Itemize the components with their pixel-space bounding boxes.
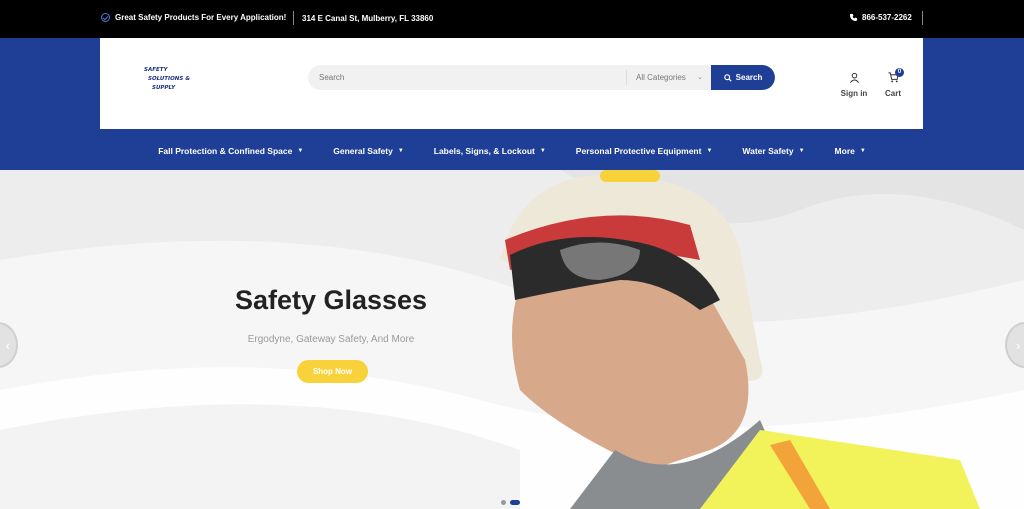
category-select-value: All Categories [636, 73, 686, 82]
site-header: SAFETY SOLUTIONS & SUPPLY All Categories… [100, 38, 923, 129]
nav-item-fall-protection[interactable]: Fall Protection & Confined Space ▼ [158, 146, 303, 156]
search-bar: All Categories ⌄ Search [308, 65, 775, 90]
nav-item-label: More [834, 145, 855, 156]
promo-text: Great Safety Products For Every Applicat… [115, 13, 287, 22]
chevron-down-icon: ▼ [397, 147, 404, 154]
phone-link[interactable]: 866-537-2262 [849, 13, 912, 22]
chevron-down-icon: ⌄ [697, 74, 703, 81]
phone-icon [849, 13, 858, 22]
nav-item-water-safety[interactable]: Water Safety ▼ [742, 146, 804, 156]
search-button[interactable]: Search [711, 65, 775, 90]
chevron-down-icon: ▼ [798, 147, 805, 154]
logo-line: SOLUTIONS & [148, 76, 191, 82]
cart-count-badge: 0 [895, 68, 904, 77]
nav-item-label: Fall Protection & Confined Space [158, 145, 293, 156]
user-icon [849, 72, 859, 83]
hero-background [0, 170, 1024, 509]
nav-item-label: Personal Protective Equipment [575, 145, 702, 156]
store-address[interactable]: 314 E Canal St, Mulberry, FL 33860 [302, 14, 433, 23]
shop-now-button[interactable]: Shop Now [297, 360, 368, 383]
cart-link[interactable]: 0 Cart [880, 68, 906, 98]
promo-message: Great Safety Products For Every Applicat… [101, 13, 286, 22]
nav-item-label: Water Safety [742, 145, 794, 156]
slider-dot-active[interactable] [510, 500, 520, 505]
nav-item-labels-signs-lockout[interactable]: Labels, Signs, & Lockout ▼ [434, 146, 546, 156]
phone-number: 866-537-2262 [862, 13, 912, 22]
nav-item-more[interactable]: More ▼ [835, 146, 866, 156]
search-icon [723, 73, 732, 82]
logo-line: SUPPLY [152, 85, 176, 91]
topbar-divider [922, 11, 923, 25]
chevron-down-icon: ▼ [706, 147, 713, 154]
chevron-down-icon: ▼ [539, 147, 546, 154]
hero-slider: Safety Glasses Ergodyne, Gateway Safety,… [0, 170, 1024, 509]
nav-item-label: General Safety [333, 145, 393, 156]
sign-in-label: Sign in [840, 89, 868, 98]
search-button-label: Search [735, 73, 763, 82]
topbar-divider [293, 11, 294, 25]
chevron-down-icon: ▼ [297, 147, 304, 154]
sign-in-link[interactable]: Sign in [839, 72, 869, 98]
hero-subtitle: Ergodyne, Gateway Safety, And More [247, 334, 415, 345]
top-bar: Great Safety Products For Every Applicat… [0, 0, 1024, 38]
chevron-down-icon: ▼ [859, 147, 866, 154]
hero-title: Safety Glasses [234, 285, 428, 315]
search-input[interactable] [308, 65, 626, 90]
nav-item-general-safety[interactable]: General Safety ▼ [333, 146, 403, 156]
slider-pagination [501, 500, 520, 505]
nav-item-ppe[interactable]: Personal Protective Equipment ▼ [576, 146, 713, 156]
site-logo[interactable]: SAFETY SOLUTIONS & SUPPLY [144, 66, 230, 98]
chevron-right-icon: › [1016, 338, 1021, 353]
chevron-left-icon: ‹ [5, 338, 10, 353]
slider-dot[interactable] [501, 500, 506, 505]
check-circle-icon [101, 13, 110, 22]
main-nav: Fall Protection & Confined Space ▼ Genera… [0, 131, 1024, 170]
logo-line: SAFETY [144, 67, 168, 73]
cart-label: Cart [884, 89, 901, 98]
category-select[interactable]: All Categories ⌄ [626, 70, 711, 85]
nav-item-label: Labels, Signs, & Lockout [433, 145, 535, 156]
